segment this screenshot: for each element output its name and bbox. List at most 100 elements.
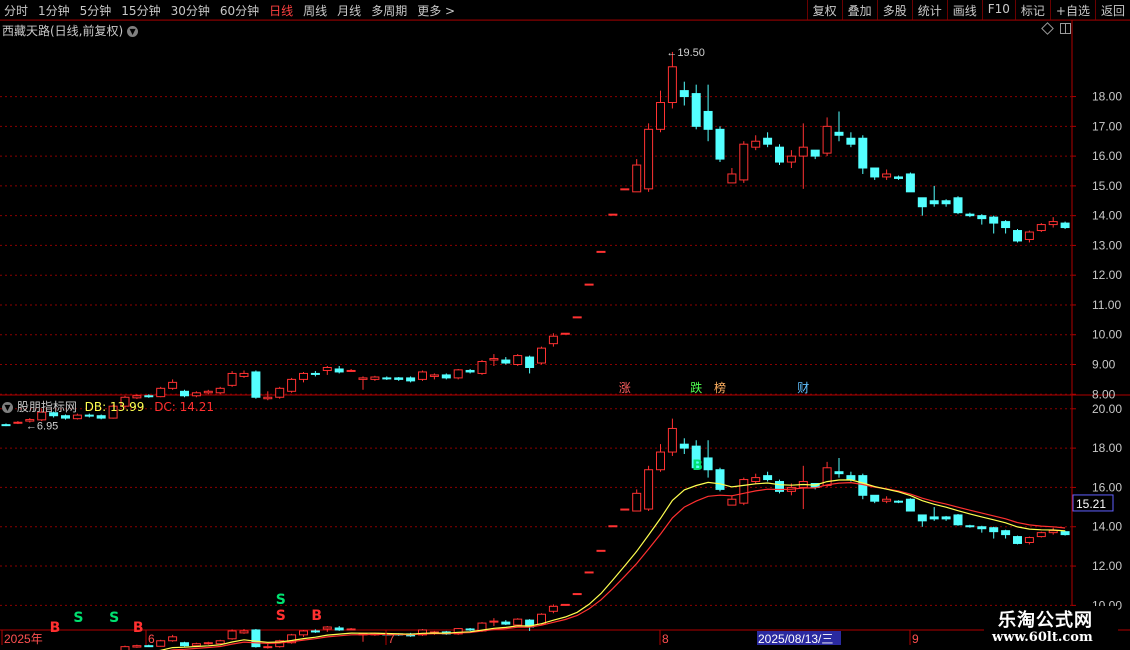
indicator-candle-body bbox=[548, 605, 558, 612]
indicator-candle-body bbox=[846, 475, 856, 481]
candle-body bbox=[953, 197, 963, 214]
candle-body bbox=[1, 424, 11, 427]
y-tick-label: 9.00 bbox=[1092, 358, 1116, 372]
candle-body bbox=[644, 128, 654, 190]
indicator-candle-body bbox=[1048, 530, 1058, 534]
x-tick-label: 9 bbox=[912, 632, 919, 646]
candle-body bbox=[191, 392, 201, 397]
indicator-candle-body bbox=[834, 471, 844, 475]
candle-body bbox=[667, 66, 677, 104]
indicator-candle-body bbox=[894, 500, 903, 503]
y-tick-label: 14.00 bbox=[1092, 520, 1122, 534]
kline-chart[interactable]: 8.00 9.00 10.00 11.00 12.00 13.00 14.00 15.00 16… bbox=[0, 0, 1130, 650]
y-tick-label: 13.00 bbox=[1092, 238, 1122, 252]
candle-body bbox=[275, 387, 285, 398]
event-marker: 榜 bbox=[714, 380, 726, 395]
chevron-down-icon[interactable]: ▼ bbox=[127, 26, 139, 37]
candle-body bbox=[846, 137, 856, 145]
candle-body bbox=[441, 374, 451, 379]
indicator-candle-body bbox=[263, 646, 273, 649]
signal-marker: S bbox=[73, 610, 83, 626]
candle-body bbox=[418, 371, 427, 380]
y-tick-label: 14.00 bbox=[1092, 209, 1122, 223]
candle-body bbox=[822, 125, 832, 154]
candle-body bbox=[13, 421, 23, 424]
candle-body bbox=[84, 414, 94, 417]
indicator-candle-body bbox=[501, 621, 511, 625]
y-tick-label: 16.00 bbox=[1092, 149, 1122, 163]
candle-body bbox=[1013, 230, 1022, 242]
high-annotation: ←19.50 bbox=[666, 47, 705, 59]
dc-value: DC: 14.21 bbox=[154, 400, 215, 414]
candle-body bbox=[894, 176, 903, 179]
site-logo: 乐淘公式网 www.60lt.com bbox=[984, 606, 1118, 650]
candle-body bbox=[168, 381, 178, 389]
candle-body bbox=[310, 372, 320, 375]
indicator-candle-body bbox=[739, 479, 749, 504]
candle-body bbox=[537, 347, 546, 364]
indicator-candle-body bbox=[763, 475, 773, 481]
candle-body bbox=[180, 390, 189, 397]
candle-body bbox=[299, 372, 308, 380]
window-layout-icon[interactable] bbox=[1060, 23, 1071, 34]
logo-title: 乐淘公式网 bbox=[998, 610, 1093, 631]
y-tick-label: 12.00 bbox=[1092, 559, 1122, 573]
candle-body bbox=[584, 283, 594, 286]
indicator-candle-body bbox=[346, 628, 356, 631]
db-value: DB: 13.99 bbox=[84, 400, 145, 414]
candle-body bbox=[239, 372, 249, 377]
candle-body bbox=[501, 359, 511, 364]
candle-body bbox=[453, 369, 463, 379]
y-tick-label: 12.00 bbox=[1092, 268, 1122, 282]
candle-body bbox=[203, 390, 213, 394]
indicator-candle-body bbox=[953, 514, 963, 526]
x-tick-label: 8 bbox=[662, 632, 669, 646]
chevron-down-icon[interactable]: ▼ bbox=[2, 402, 13, 413]
indicator-candle-body bbox=[644, 469, 654, 510]
x-tick-label: 2025/08/13/三 bbox=[758, 632, 833, 646]
candle-body bbox=[715, 128, 725, 160]
candle-body bbox=[334, 368, 344, 373]
cursor-value: 15.21 bbox=[1076, 497, 1106, 511]
candle-body bbox=[263, 396, 273, 400]
candle-body bbox=[941, 200, 951, 205]
event-marker: 财 bbox=[797, 381, 809, 395]
y-tick-label: 11.00 bbox=[1092, 298, 1121, 312]
indicator-candle-body bbox=[489, 620, 499, 623]
indicator-candle-body bbox=[989, 527, 999, 533]
candle-body bbox=[727, 173, 737, 184]
x-tick-label: 7 bbox=[388, 632, 395, 646]
low-annotation: ←6.95 bbox=[26, 421, 58, 433]
candle-body bbox=[96, 415, 106, 419]
candle-body bbox=[429, 374, 439, 377]
candle-body bbox=[287, 378, 297, 392]
candle-body bbox=[61, 415, 70, 419]
indicator-candle-body bbox=[203, 642, 213, 645]
candle-body bbox=[763, 137, 773, 145]
candle-body bbox=[322, 366, 332, 371]
x-tick-label: 2025年 bbox=[4, 632, 43, 646]
indicator-candle-body bbox=[679, 443, 689, 449]
candle-body bbox=[489, 358, 499, 361]
indicator-candle-body bbox=[715, 469, 725, 490]
y-tick-label: 10.00 bbox=[1092, 328, 1122, 342]
candle-body bbox=[620, 188, 630, 191]
candle-body bbox=[977, 215, 987, 220]
candle-body bbox=[596, 250, 606, 253]
candle-body bbox=[739, 143, 749, 181]
upper-panel-title[interactable]: 西藏天路(日线,前复权) ▼ bbox=[2, 22, 139, 39]
indicator-candle-body bbox=[465, 628, 475, 631]
indicator-candle-body bbox=[120, 646, 130, 650]
indicator-candle-body bbox=[1024, 537, 1034, 543]
candle-body bbox=[810, 149, 820, 157]
indicator-candle-body bbox=[905, 498, 915, 512]
indicator-candle-body bbox=[215, 640, 225, 645]
indicator-candle-body bbox=[727, 498, 737, 506]
candle-body bbox=[156, 387, 166, 398]
candle-body bbox=[358, 377, 368, 380]
signal-marker: B bbox=[311, 608, 322, 624]
indicator-candle-body bbox=[929, 516, 939, 520]
y-tick-label: 8.00 bbox=[1092, 387, 1116, 401]
lower-panel-title[interactable]: ▼ 股朋指标网 DB: 13.99 DC: 14.21 bbox=[2, 398, 214, 415]
indicator-candle-body bbox=[667, 427, 677, 453]
